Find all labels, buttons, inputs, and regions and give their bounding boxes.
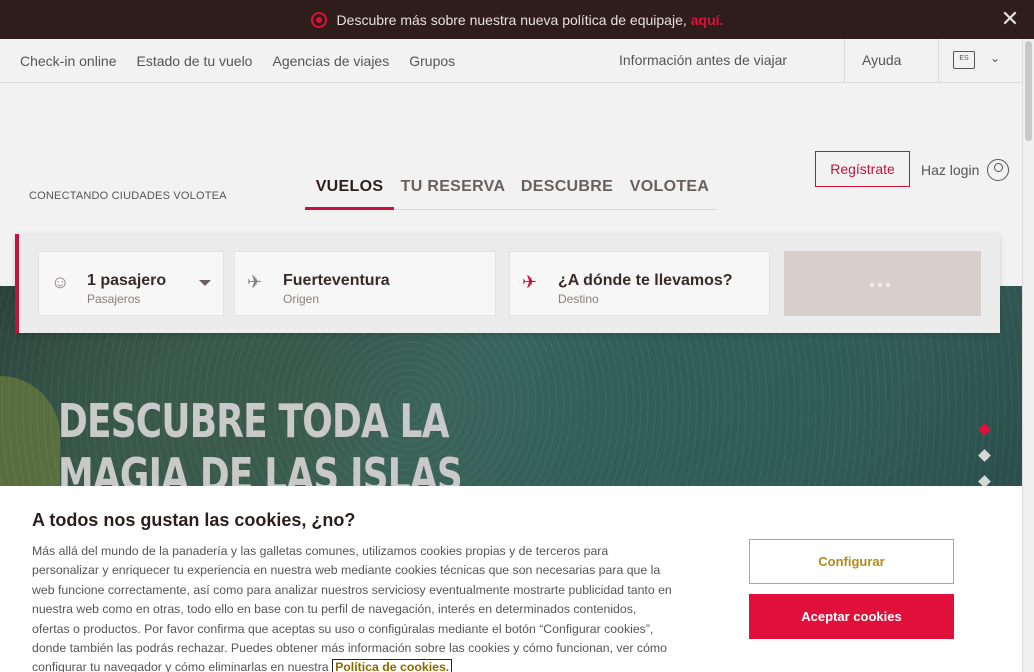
user-icon <box>987 159 1010 181</box>
destination-field[interactable]: ✈ ¿A dónde te llevamos? Destino <box>509 251 770 316</box>
cookie-policy-link[interactable]: Política de cookies. <box>332 659 453 672</box>
nav-item-travel-agencies[interactable]: Agencias de viajes <box>272 53 389 69</box>
location-pin-icon <box>310 11 327 28</box>
takeoff-icon: ✈ <box>247 272 263 292</box>
chevron-down-icon[interactable]: ⌄ <box>990 51 1000 65</box>
nav-item-flight-status[interactable]: Estado de tu vuelo <box>137 53 253 69</box>
login-link[interactable]: Haz login <box>921 159 1010 181</box>
origin-field[interactable]: ✈ Fuerteventura Origen <box>234 251 496 316</box>
passengers-field[interactable]: ☺ 1 pasajero Pasajeros <box>38 251 224 316</box>
cookie-body-text: Más allá del mundo de la panadería y las… <box>32 544 672 672</box>
landing-icon: ✈ <box>522 272 538 292</box>
scrollbar[interactable] <box>1022 39 1034 672</box>
tab-booking[interactable]: TU RESERVA <box>394 174 512 210</box>
nav-item-checkin[interactable]: Check-in online <box>20 53 117 69</box>
top-navigation: Check-in online Estado de tu vuelo Agenc… <box>0 39 1022 83</box>
nav-divider <box>844 39 845 83</box>
origin-value: Fuerteventura <box>283 272 390 289</box>
tab-discover[interactable]: DESCUBRE <box>512 174 622 210</box>
hero-title-line2: MAGIA DE LAS ISLAS <box>58 448 463 486</box>
language-icon[interactable]: ES <box>953 51 975 69</box>
tagline: CONECTANDO CIUDADES VOLOTEA <box>29 190 227 202</box>
hero-title: DESCUBRE TODA LA MAGIA DE LAS ISLAS <box>58 394 463 486</box>
tab-volotea[interactable]: VOLOTEA <box>622 174 717 210</box>
passengers-value: 1 pasajero <box>87 272 167 289</box>
close-icon[interactable]: ✕ <box>1000 8 1020 30</box>
nav-item-groups[interactable]: Grupos <box>409 53 455 69</box>
announcement-link[interactable]: aquí. <box>691 12 724 28</box>
hero-title-line1: DESCUBRE TODA LA <box>58 394 450 448</box>
carousel-dot[interactable] <box>978 423 991 436</box>
loading-dots-icon <box>870 283 890 287</box>
tab-flights[interactable]: VUELOS <box>305 174 394 210</box>
nav-item-help[interactable]: Ayuda <box>862 52 901 68</box>
carousel-dot[interactable] <box>978 449 991 462</box>
nav-divider <box>938 39 939 83</box>
main-tabs: VUELOS TU RESERVA DESCUBRE VOLOTEA <box>305 174 717 210</box>
flight-search: ☺ 1 pasajero Pasajeros ✈ Fuerteventura O… <box>15 234 1000 333</box>
cookie-banner: A todos nos gustan las cookies, ¿no? Más… <box>0 486 1022 672</box>
chevron-down-icon <box>199 280 211 286</box>
passenger-icon: ☺ <box>51 272 70 292</box>
destination-value: ¿A dónde te llevamos? <box>558 272 733 289</box>
announcement-bar: Descubre más sobre nuestra nueva polític… <box>0 0 1034 39</box>
destination-label: Destino <box>558 292 599 306</box>
search-button[interactable] <box>784 251 981 316</box>
configure-cookies-button[interactable]: Configurar <box>749 539 954 584</box>
register-button[interactable]: Regístrate <box>815 151 910 187</box>
cookie-title: A todos nos gustan las cookies, ¿no? <box>32 510 356 530</box>
cookie-body: Más allá del mundo de la panadería y las… <box>32 542 672 672</box>
accept-cookies-button[interactable]: Aceptar cookies <box>749 594 954 639</box>
passengers-label: Pasajeros <box>87 292 141 306</box>
nav-item-travel-info[interactable]: Información antes de viajar <box>619 52 787 68</box>
hero-image <box>0 376 60 486</box>
login-label: Haz login <box>921 162 980 178</box>
origin-label: Origen <box>283 292 320 306</box>
scrollbar-thumb[interactable] <box>1025 41 1032 141</box>
announcement-text: Descubre más sobre nuestra nueva polític… <box>336 11 687 28</box>
